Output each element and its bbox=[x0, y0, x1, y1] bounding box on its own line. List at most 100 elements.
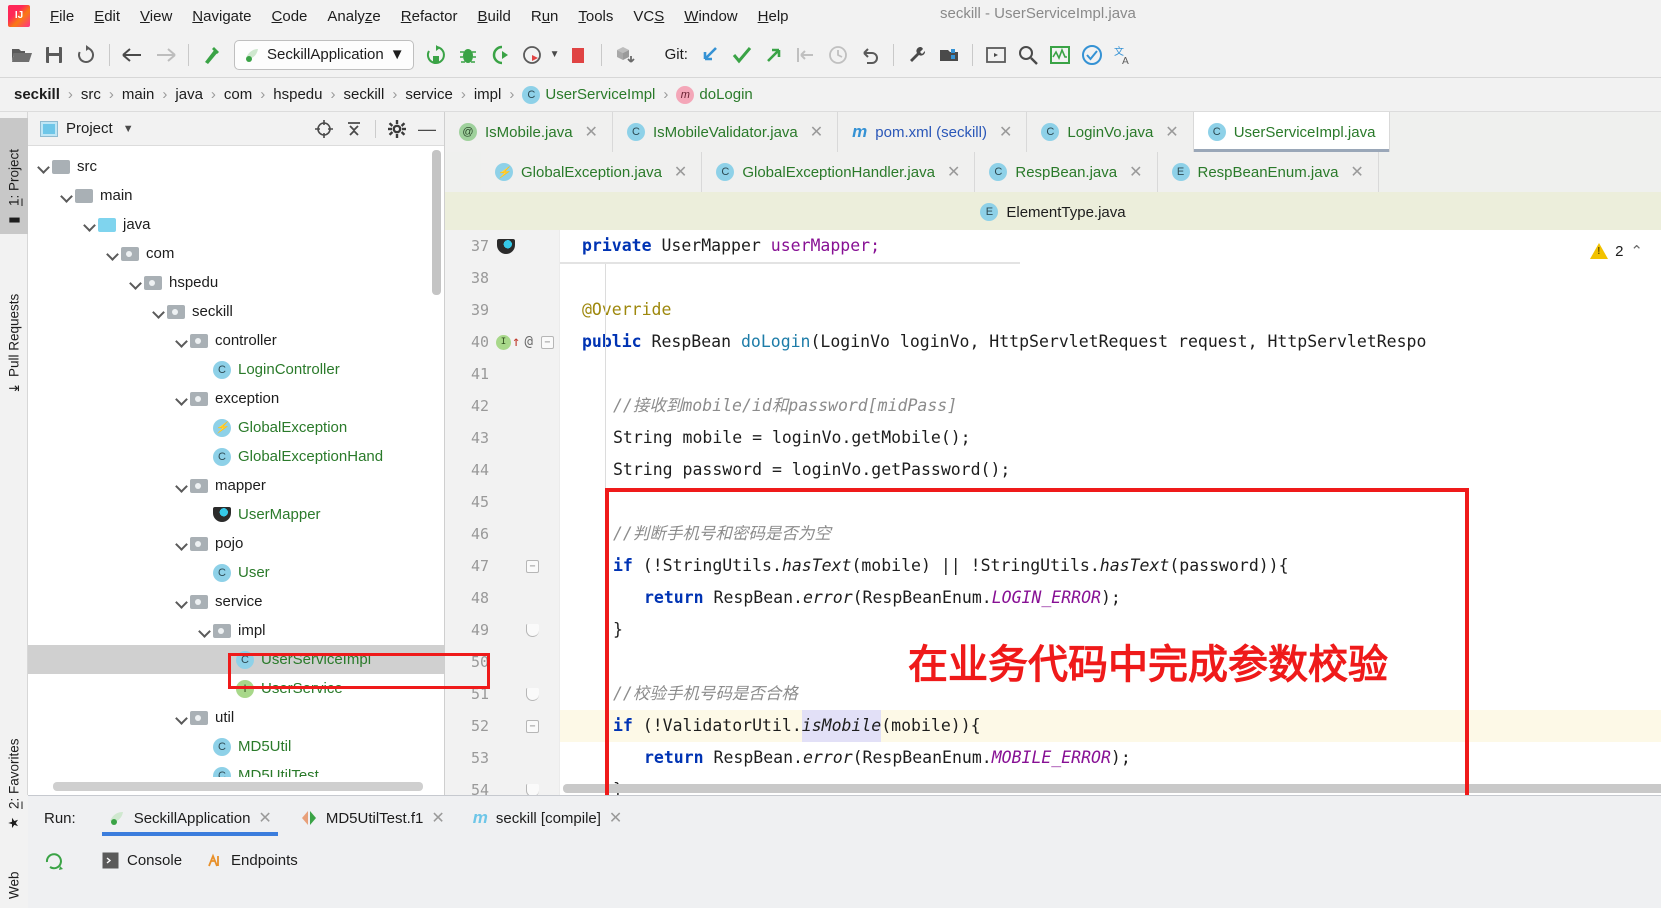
menu-file[interactable]: File bbox=[40, 5, 84, 28]
implementing-method-icon[interactable]: I bbox=[496, 334, 511, 350]
sidebar-item-favorites[interactable]: ★ 2: Favorites bbox=[0, 697, 28, 837]
gutter-line[interactable]: 37 bbox=[445, 230, 560, 262]
stop-icon[interactable] bbox=[562, 39, 594, 71]
fold-icon[interactable]: − bbox=[526, 719, 539, 733]
fold-icon[interactable]: − bbox=[526, 559, 539, 573]
close-icon[interactable]: ✕ bbox=[431, 808, 444, 828]
gutter-line[interactable]: 41 bbox=[445, 358, 560, 390]
save-all-icon[interactable] bbox=[38, 39, 70, 71]
menu-refactor[interactable]: Refactor bbox=[391, 5, 468, 28]
gutter-line[interactable]: 45 bbox=[445, 486, 560, 518]
gutter-line[interactable]: 40 I ↑ @ − bbox=[445, 326, 560, 358]
fold-icon[interactable]: − bbox=[540, 335, 554, 349]
tree-node[interactable]: mapper bbox=[28, 471, 444, 500]
menu-build[interactable]: Build bbox=[467, 5, 520, 28]
close-icon[interactable]: ✕ bbox=[810, 122, 823, 142]
close-icon[interactable]: ✕ bbox=[1129, 162, 1142, 182]
gutter-line[interactable]: 53 bbox=[445, 742, 560, 774]
close-icon[interactable]: ✕ bbox=[609, 808, 622, 828]
run-tab-seckill-compile[interactable]: m seckill [compile] ✕ bbox=[459, 796, 637, 840]
monitor-icon[interactable] bbox=[1044, 39, 1076, 71]
scroll-from-source-icon[interactable] bbox=[315, 119, 333, 138]
chevron-down-icon[interactable]: ▼ bbox=[123, 123, 134, 135]
code-line[interactable]: if (!StringUtils. hasText (mobile) || !Str… bbox=[613, 550, 1289, 582]
breadcrumb-item-impl[interactable]: impl bbox=[474, 86, 502, 103]
menu-run[interactable]: Run bbox=[521, 5, 569, 28]
chevron-up-icon[interactable]: ⌃ bbox=[1630, 242, 1643, 260]
tab-globalexceptionhandler-java[interactable]: C GlobalExceptionHandler.java ✕ bbox=[702, 152, 976, 192]
tree-node[interactable]: controller bbox=[28, 326, 444, 355]
tree-node[interactable]: hspedu bbox=[28, 268, 444, 297]
tree-node[interactable]: I UserService bbox=[28, 674, 444, 703]
build-project-icon[interactable] bbox=[196, 39, 228, 71]
menu-view[interactable]: View bbox=[130, 5, 182, 28]
tab-loginvo-java[interactable]: C LoginVo.java ✕ bbox=[1027, 112, 1194, 152]
breadcrumb-item-seckill-pkg[interactable]: seckill bbox=[343, 86, 384, 103]
gutter-line[interactable]: 51 bbox=[445, 678, 560, 710]
project-tree[interactable]: src main java com hspedu seckill controller C Lo… bbox=[28, 146, 444, 777]
sync-icon[interactable] bbox=[70, 39, 102, 71]
tree-node[interactable]: C LoginController bbox=[28, 355, 444, 384]
code-line[interactable]: String password = loginVo.getPassword(); bbox=[613, 454, 1010, 486]
chevron-down-icon[interactable] bbox=[82, 217, 98, 233]
push-icon[interactable] bbox=[758, 39, 790, 71]
run-with-coverage-icon[interactable] bbox=[484, 39, 516, 71]
update-module-icon[interactable] bbox=[609, 39, 641, 71]
tree-node[interactable]: C MD5Util bbox=[28, 732, 444, 761]
menu-analyze[interactable]: Analyze bbox=[317, 5, 390, 28]
gutter-line[interactable]: 39 bbox=[445, 294, 560, 326]
gutter-line[interactable]: 49 bbox=[445, 614, 560, 646]
hide-icon[interactable]: — bbox=[418, 120, 436, 138]
tree-node[interactable]: C UserServiceImpl bbox=[28, 645, 444, 674]
revert-icon[interactable] bbox=[790, 39, 822, 71]
chevron-down-icon[interactable] bbox=[105, 246, 121, 262]
breadcrumb-item-main[interactable]: main bbox=[122, 86, 155, 103]
close-icon[interactable]: ✕ bbox=[1350, 162, 1363, 182]
gutter-line[interactable]: 50 bbox=[445, 646, 560, 678]
tree-node[interactable]: com bbox=[28, 239, 444, 268]
run-configuration-selector[interactable]: SeckillApplication ▼ bbox=[234, 39, 414, 70]
run-tab-seckillapplication[interactable]: SeckillApplication ✕ bbox=[94, 796, 286, 840]
code-line[interactable]: String mobile = loginVo.getMobile(); bbox=[613, 422, 971, 454]
code-line[interactable]: @Override bbox=[582, 294, 671, 326]
menu-edit[interactable]: Edit bbox=[84, 5, 130, 28]
chevron-down-icon[interactable] bbox=[174, 478, 190, 494]
gear-icon[interactable] bbox=[388, 119, 406, 138]
breadcrumb-item-java[interactable]: java bbox=[175, 86, 203, 103]
chevron-down-icon[interactable] bbox=[128, 275, 144, 291]
gutter-line[interactable]: 43 bbox=[445, 422, 560, 454]
close-icon[interactable]: ✕ bbox=[258, 808, 271, 828]
chevron-down-icon[interactable] bbox=[174, 333, 190, 349]
sidebar-item-project[interactable]: ▮ 1: Project bbox=[0, 118, 28, 234]
chevron-down-icon[interactable] bbox=[174, 391, 190, 407]
code-line[interactable]: } bbox=[613, 614, 623, 646]
gutter-line[interactable]: 46 bbox=[445, 518, 560, 550]
menu-help[interactable]: Help bbox=[748, 5, 799, 28]
collapse-all-icon[interactable] bbox=[345, 120, 363, 138]
chevron-down-icon[interactable] bbox=[59, 188, 75, 204]
code-line[interactable]: return RespBean. error (RespBeanEnum. LOGIN… bbox=[644, 582, 1121, 614]
run-subtab-console[interactable]: Console bbox=[102, 852, 182, 869]
chevron-down-icon[interactable] bbox=[174, 536, 190, 552]
tree-node[interactable]: impl bbox=[28, 616, 444, 645]
code-line[interactable]: if (!ValidatorUtil. isMobile (mobile)){ bbox=[613, 710, 981, 742]
menu-window[interactable]: Window bbox=[674, 5, 747, 28]
breadcrumb-item-class[interactable]: C UserServiceImpl bbox=[522, 85, 655, 104]
history-icon[interactable] bbox=[822, 39, 854, 71]
chevron-down-icon[interactable] bbox=[174, 594, 190, 610]
breadcrumb-item-method[interactable]: m doLogin bbox=[676, 85, 753, 104]
check-circle-icon[interactable] bbox=[1076, 39, 1108, 71]
editor-horizontal-scrollbar[interactable] bbox=[563, 784, 1661, 793]
close-icon[interactable]: ✕ bbox=[1165, 122, 1178, 142]
editor-gutter[interactable]: 37 38 39 40 I ↑ @ −41 42 43 44 45 46 47−48 49 50 51 52−53… bbox=[445, 230, 560, 795]
tree-node[interactable]: C User bbox=[28, 558, 444, 587]
project-tree-horizontal-scrollbar[interactable] bbox=[53, 782, 423, 791]
profiler-dropdown-icon[interactable]: ▼ bbox=[548, 39, 562, 71]
breadcrumb-item-seckill[interactable]: seckill bbox=[14, 86, 60, 103]
code-line[interactable]: public RespBean doLogin (LoginVo loginVo,… bbox=[582, 326, 1426, 358]
code-line[interactable]: private UserMapper userMapper; bbox=[582, 230, 880, 262]
sidebar-item-pull-requests[interactable]: ⇥ Pull Requests bbox=[0, 250, 28, 400]
menu-code[interactable]: Code bbox=[262, 5, 318, 28]
gutter-line[interactable]: 54 bbox=[445, 774, 560, 795]
terminal-icon[interactable] bbox=[980, 39, 1012, 71]
